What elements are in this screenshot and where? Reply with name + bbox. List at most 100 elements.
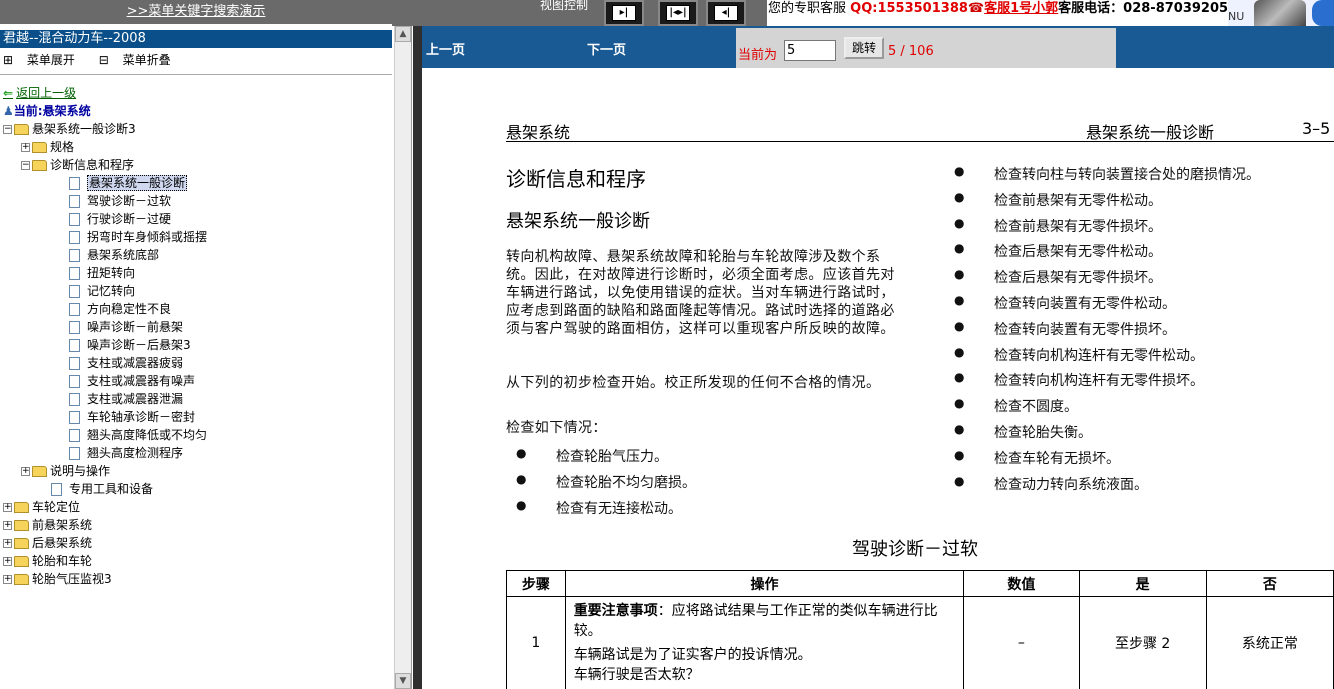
tree-item[interactable]: 翘头高度降低或不均匀: [39, 426, 207, 444]
expand-toggle-icon[interactable]: +: [3, 575, 12, 584]
tree-label[interactable]: 拐弯时车身倾斜或摇摆: [87, 230, 207, 244]
tree-label[interactable]: 行驶诊断－过硬: [87, 212, 171, 226]
tree-item[interactable]: 专用工具和设备: [21, 480, 153, 498]
tree-label[interactable]: 专用工具和设备: [69, 482, 153, 496]
tree-label[interactable]: 悬架系统一般诊断3: [32, 122, 136, 136]
initial-check-paragraph: 从下列的初步检查开始。校正所发现的任何不合格的情况。: [506, 375, 881, 391]
tree-label[interactable]: 规格: [50, 140, 74, 154]
tree-item[interactable]: 噪声诊断－后悬架3: [39, 336, 191, 354]
tree-label[interactable]: 前悬架系统: [32, 518, 92, 532]
expand-toggle-icon[interactable]: +: [3, 539, 12, 548]
expand-toggle-icon[interactable]: +: [21, 467, 30, 476]
tree-item[interactable]: 拐弯时车身倾斜或摇摆: [39, 228, 207, 246]
view-split-button[interactable]: |◂▸|: [658, 0, 698, 26]
tree-label[interactable]: 轮胎气压监视3: [32, 572, 112, 586]
tree-label[interactable]: 支柱或减震器有噪声: [87, 374, 195, 388]
tree-label[interactable]: 诊断信息和程序: [50, 158, 134, 172]
view-right-panel-button[interactable]: ▸|: [604, 0, 644, 26]
tree-label[interactable]: 噪声诊断－前悬架: [87, 320, 183, 334]
search-demo-link[interactable]: >>菜单关键字搜索演示: [127, 4, 266, 19]
diagnosis-table: 步骤 操作 数值 是 否 1 重要注意事项：应将路试结果与工作正常的类似车辆进行…: [506, 570, 1334, 689]
tree-folder[interactable]: + 前悬架系统: [3, 516, 92, 534]
prev-page-button[interactable]: 上一页: [426, 39, 465, 58]
tree-label[interactable]: 记忆转向: [87, 284, 135, 298]
document-icon: [69, 429, 80, 442]
document-icon: [51, 483, 62, 496]
expand-toggle-icon[interactable]: +: [3, 557, 12, 566]
folder-icon: [32, 466, 47, 477]
tree-label[interactable]: 后悬架系统: [32, 536, 92, 550]
tree-folder[interactable]: + 轮胎气压监视3: [3, 570, 112, 588]
tree-item[interactable]: 行驶诊断－过硬: [39, 210, 171, 228]
tree-item[interactable]: 扭矩转向: [39, 264, 135, 282]
doc-header-right: 悬架系统一般诊断: [1086, 123, 1215, 142]
tree-item[interactable]: 驾驶诊断－过软: [39, 192, 171, 210]
tree-item[interactable]: 记忆转向: [39, 282, 135, 300]
tree-label[interactable]: 支柱或减震器疲弱: [87, 356, 183, 370]
view-left-panel-button[interactable]: ◂|: [706, 0, 746, 26]
back-arrow-icon: ⇐: [3, 86, 14, 100]
menu-expand[interactable]: ⊞ 菜单展开: [3, 53, 85, 67]
tree-label[interactable]: 翘头高度检测程序: [87, 446, 183, 460]
tree-item[interactable]: 方向稳定性不良: [39, 300, 171, 318]
check-item: ● 检查后悬架有无零件损坏。: [954, 267, 1162, 287]
tree-folder[interactable]: + 车轮定位: [3, 498, 80, 516]
collapse-toggle-icon[interactable]: −: [21, 161, 30, 170]
tree-folder[interactable]: + 后悬架系统: [3, 534, 92, 552]
agent-link[interactable]: 客服1号小郭: [984, 1, 1058, 16]
scroll-down-arrow-icon[interactable]: ▼: [395, 673, 411, 689]
tree-label[interactable]: 支柱或减震器泄漏: [87, 392, 183, 406]
tree-label[interactable]: 驾驶诊断－过软: [87, 194, 171, 208]
page-number-input[interactable]: [784, 40, 836, 61]
tree-folder[interactable]: − 诊断信息和程序: [21, 156, 134, 174]
panel-splitter[interactable]: [413, 26, 422, 689]
expand-icon: ⊞: [3, 53, 17, 67]
check-item-text: 检查轮胎不均匀磨损。: [556, 475, 696, 491]
check-item: ● 检查转向柱与转向装置接合处的磨损情况。: [954, 164, 1260, 184]
tree-item[interactable]: 噪声诊断－前悬架: [39, 318, 183, 336]
tree-label[interactable]: 噪声诊断－后悬架3: [87, 338, 191, 352]
tree-label[interactable]: 车轮定位: [32, 500, 80, 514]
sidebar-scrollbar[interactable]: ▲ ▼: [394, 26, 411, 689]
tree-label[interactable]: 翘头高度降低或不均匀: [87, 428, 207, 442]
tree-item[interactable]: 支柱或减震器泄漏: [39, 390, 183, 408]
document-icon: [69, 357, 80, 370]
bullet-icon: ●: [954, 241, 965, 256]
tree-item[interactable]: 车轮轴承诊断－密封: [39, 408, 195, 426]
tree-item[interactable]: 支柱或减震器疲弱: [39, 354, 183, 372]
logo-badge: [1312, 0, 1334, 26]
tree-folder[interactable]: + 说明与操作: [21, 462, 110, 480]
customer-service-info: 您的专职客服 QQ:1553501388☎客服1号小郭客服电话：028-8703…: [768, 0, 1228, 26]
tree-item[interactable]: 悬架系统底部: [39, 246, 159, 264]
person-icon: ♟: [3, 104, 14, 118]
doc-page-number: 3–5: [1302, 119, 1331, 138]
back-link[interactable]: ⇐ 返回上一级: [3, 84, 76, 101]
menu-collapse[interactable]: ⊟ 菜单折叠: [99, 53, 181, 67]
tree-folder[interactable]: + 规格: [21, 138, 74, 156]
no-cell: 系统正常: [1205, 596, 1334, 689]
bullet-icon: ●: [516, 472, 527, 486]
expand-toggle-icon[interactable]: +: [3, 503, 12, 512]
jump-button[interactable]: 跳转: [844, 37, 884, 59]
tree-label[interactable]: 扭矩转向: [87, 266, 135, 280]
tree-folder[interactable]: + 轮胎和车轮: [3, 552, 92, 570]
collapse-toggle-icon[interactable]: −: [3, 125, 12, 134]
scroll-up-arrow-icon[interactable]: ▲: [395, 26, 411, 42]
tree-label[interactable]: 悬架系统底部: [87, 248, 159, 262]
qq-number[interactable]: QQ:1553501388: [850, 1, 968, 16]
check-item-text: 检查转向装置有无零件损坏。: [994, 321, 1176, 338]
expand-toggle-icon[interactable]: +: [21, 143, 30, 152]
tree-folder[interactable]: − 悬架系统一般诊断3: [3, 120, 136, 138]
tree-label[interactable]: 说明与操作: [50, 464, 110, 478]
tree-label[interactable]: 悬架系统一般诊断: [87, 175, 188, 191]
folder-icon: [14, 538, 29, 549]
document-icon: [69, 339, 80, 352]
expand-toggle-icon[interactable]: +: [3, 521, 12, 530]
next-page-button[interactable]: 下一页: [587, 39, 626, 58]
tree-label[interactable]: 车轮轴承诊断－密封: [87, 410, 195, 424]
tree-label[interactable]: 轮胎和车轮: [32, 554, 92, 568]
tree-item[interactable]: 翘头高度检测程序: [39, 444, 183, 462]
tree-label[interactable]: 方向稳定性不良: [87, 302, 171, 316]
tree-item[interactable]: 支柱或减震器有噪声: [39, 372, 195, 390]
tree-item[interactable]: 悬架系统一般诊断: [39, 174, 188, 192]
